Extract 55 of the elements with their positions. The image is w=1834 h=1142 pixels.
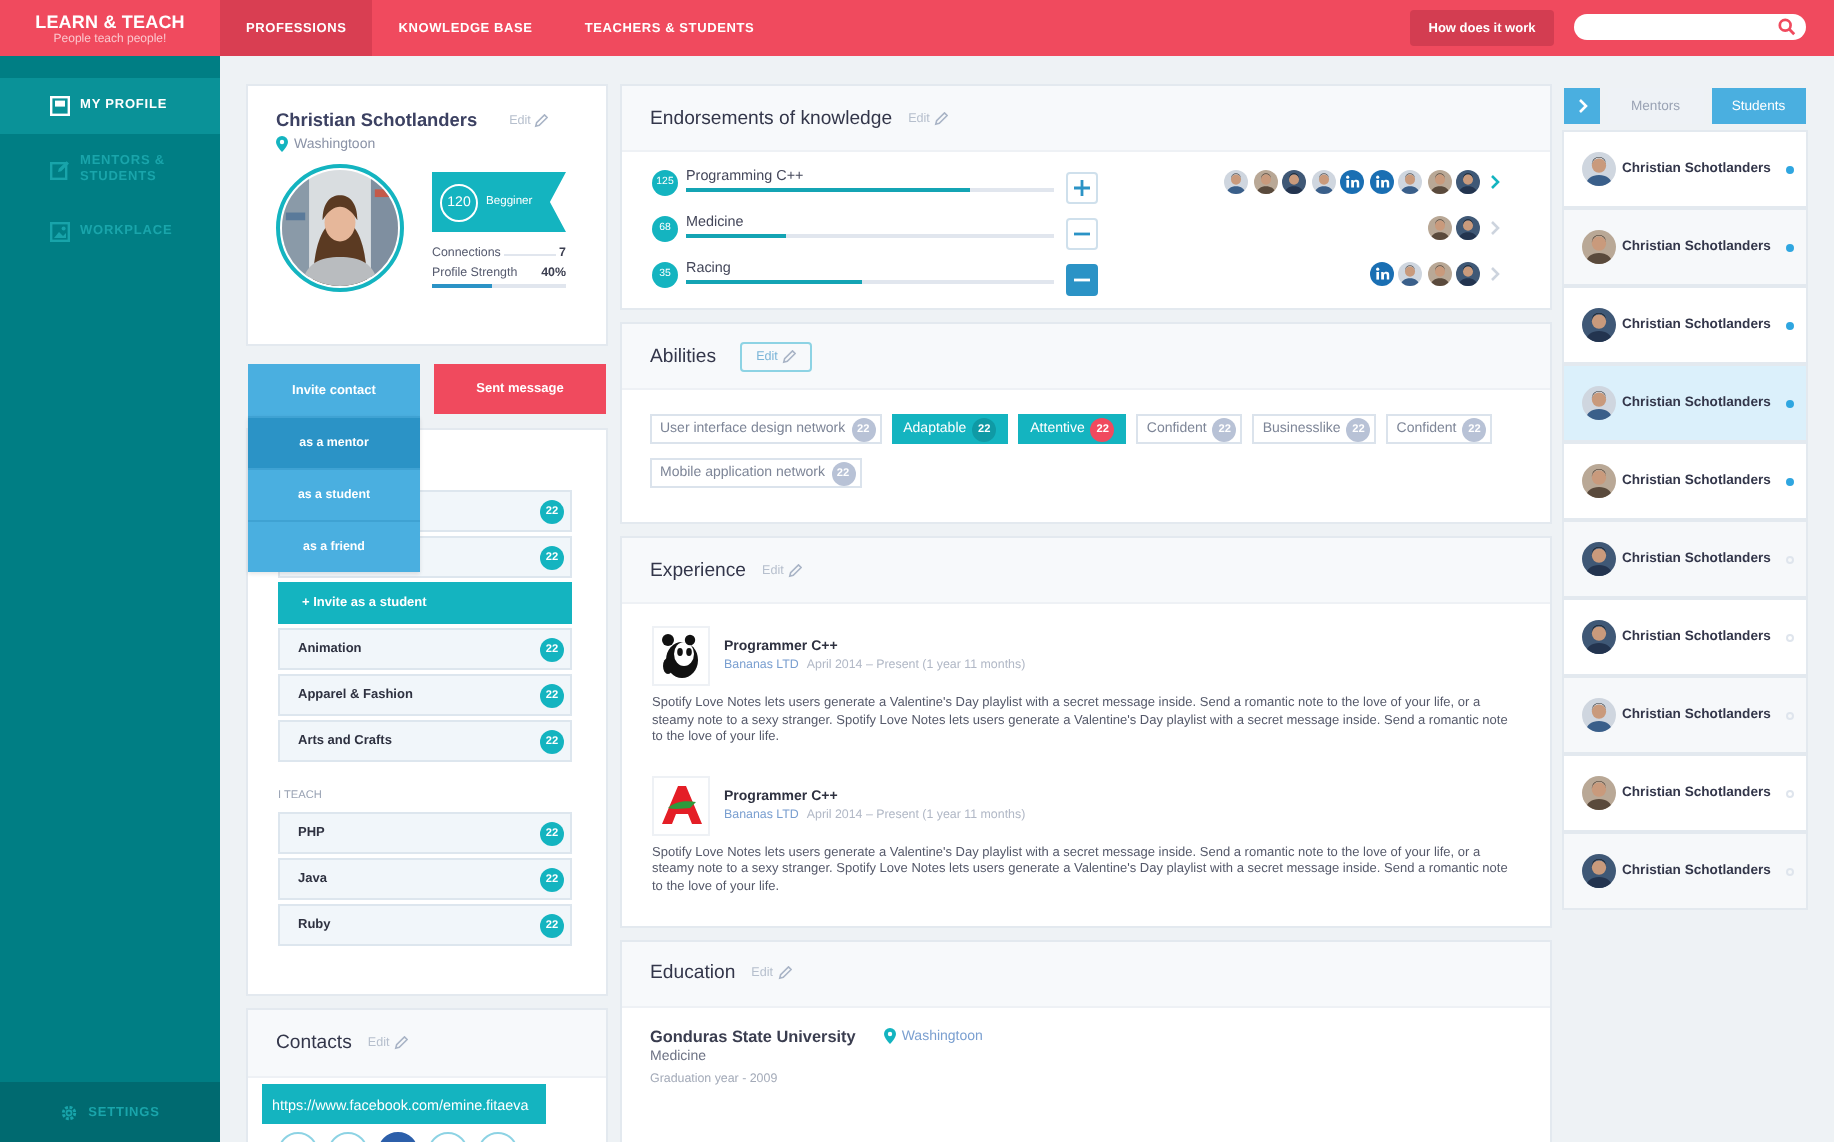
avatar [1398, 262, 1422, 286]
search-icon[interactable] [1778, 18, 1796, 36]
avatar [1456, 170, 1480, 194]
avatar [1582, 698, 1616, 732]
pencil-icon [933, 111, 948, 125]
plus-button[interactable] [1066, 172, 1098, 204]
pencil-icon [787, 563, 802, 577]
avatar [1398, 170, 1422, 194]
pencil-icon [781, 349, 796, 363]
avatar [1582, 620, 1616, 654]
school-name: Gonduras State University [650, 1027, 856, 1046]
chevron-icon [1577, 98, 1587, 114]
card-title: Abilities [650, 345, 717, 367]
location-pin-icon [276, 136, 288, 152]
avatar [1427, 216, 1451, 240]
minus-button[interactable] [1066, 264, 1098, 296]
avatar [1427, 170, 1451, 194]
network-icon [1369, 262, 1393, 286]
avatar [1582, 776, 1616, 810]
avatar [1224, 170, 1248, 194]
profile-icon [50, 96, 70, 116]
avatar [1282, 170, 1306, 194]
pencil-icon [534, 113, 549, 127]
card-title: Endorsements of knowledge [650, 107, 893, 129]
app-logo: LEARN & TEACH [35, 11, 185, 31]
avatar [1582, 464, 1616, 498]
settings-icon [60, 1103, 79, 1121]
minus-icon [1074, 278, 1090, 282]
avatar [1582, 308, 1616, 342]
card-title: Contacts [276, 1032, 352, 1054]
network-icon [1369, 170, 1393, 194]
avatar [1582, 230, 1616, 264]
avatar [1582, 542, 1616, 576]
pencil-icon [777, 966, 792, 981]
pencil-icon [393, 1036, 408, 1050]
network-icon [1340, 170, 1364, 194]
expand-button[interactable] [1564, 88, 1600, 124]
profile-name: Christian Schotlanders [276, 110, 478, 130]
avatar [1582, 386, 1616, 420]
card-title: Experience [650, 559, 746, 581]
plus-icon [1074, 180, 1090, 196]
chevron-icon[interactable] [1490, 174, 1500, 190]
avatar [1582, 854, 1616, 888]
avatar [1311, 170, 1335, 194]
avatar [1456, 262, 1480, 286]
location-pin-icon [883, 1028, 896, 1045]
edit-icon [50, 159, 70, 179]
card-title: Education [650, 962, 736, 985]
image-icon [50, 222, 70, 242]
avatar [1456, 216, 1480, 240]
avatar [1582, 152, 1616, 186]
minus-icon [1074, 232, 1090, 236]
avatar [1427, 262, 1451, 286]
avatar [1253, 170, 1277, 194]
search-field[interactable] [1574, 14, 1806, 40]
